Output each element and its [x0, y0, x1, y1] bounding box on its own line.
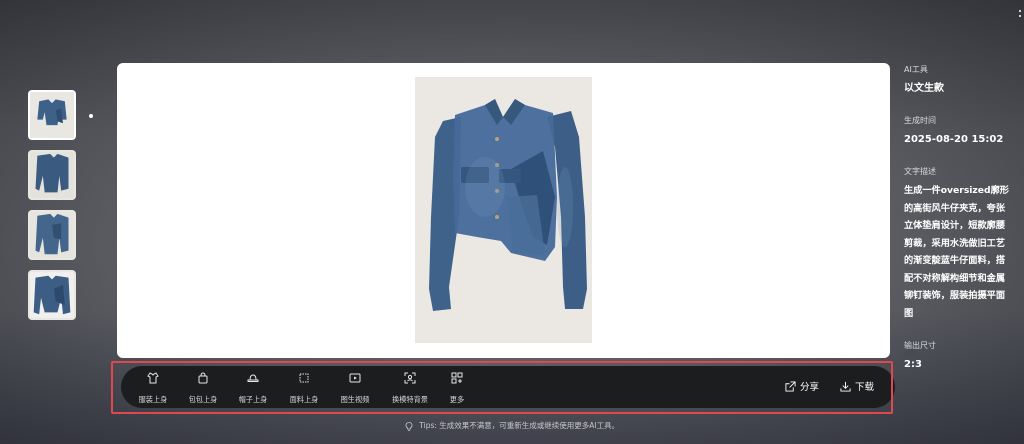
- jacket-thumbnail-image: [30, 92, 74, 138]
- tips-bar: Tips: 生成效果不满意，可重新生成或继续使用更多AI工具。: [0, 420, 1024, 431]
- time-label: 生成时间: [904, 116, 936, 125]
- more-options-icon[interactable]: [1019, 10, 1022, 22]
- toolbar-highlight-frame: [111, 361, 893, 414]
- info-panel: AI工具 以文生款 生成时间 2025-08-20 15:02 文字描述 生成一…: [904, 64, 1009, 391]
- active-indicator-dot: [89, 114, 93, 118]
- ai-tool-value: 以文生款: [904, 83, 944, 94]
- scroll-more-icon[interactable]: [903, 349, 919, 357]
- thumbnail-item[interactable]: [28, 90, 76, 140]
- desc-label: 文字描述: [904, 167, 936, 176]
- desc-value: 生成一件oversized廓形的高街风牛仔夹克，夸张立体垫肩设计，短款廓腰剪裁，…: [904, 185, 1009, 319]
- time-value: 2025-08-20 15:02: [904, 134, 1004, 145]
- thumbnail-item[interactable]: [28, 210, 76, 260]
- thumbnail-item[interactable]: [28, 150, 76, 200]
- lightbulb-icon: [405, 421, 413, 431]
- thumbnail-item[interactable]: [28, 270, 76, 320]
- tips-text: Tips: 生成效果不满意，可重新生成或继续使用更多AI工具。: [419, 421, 620, 430]
- main-preview-card: [117, 63, 890, 358]
- size-label: 输出尺寸: [904, 341, 936, 350]
- size-value: 2:3: [904, 359, 922, 370]
- ai-tool-label: AI工具: [904, 65, 928, 74]
- generated-jacket-image[interactable]: [415, 77, 592, 343]
- thumbnail-list: [28, 90, 80, 330]
